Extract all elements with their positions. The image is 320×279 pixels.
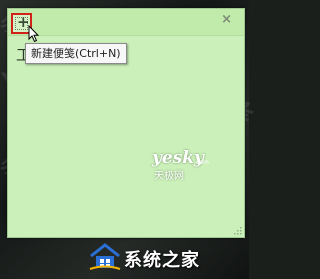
site-logo: 系统之家 — [88, 242, 248, 276]
watermark-sub: 天极网 — [154, 171, 184, 182]
watermark-tag: com — [196, 159, 209, 166]
note-title-bar[interactable]: + × — [8, 9, 244, 36]
mouse-pointer-icon — [28, 25, 40, 43]
house-logo-icon — [89, 243, 121, 270]
close-icon[interactable]: × — [221, 12, 232, 27]
resize-grip-icon[interactable] — [232, 225, 242, 235]
new-note-tooltip: 新建便笺(Ctrl+N) — [25, 43, 127, 64]
site-logo-text: 系统之家 — [124, 250, 200, 271]
yesky-watermark: yesky com 天极网 — [152, 148, 232, 184]
